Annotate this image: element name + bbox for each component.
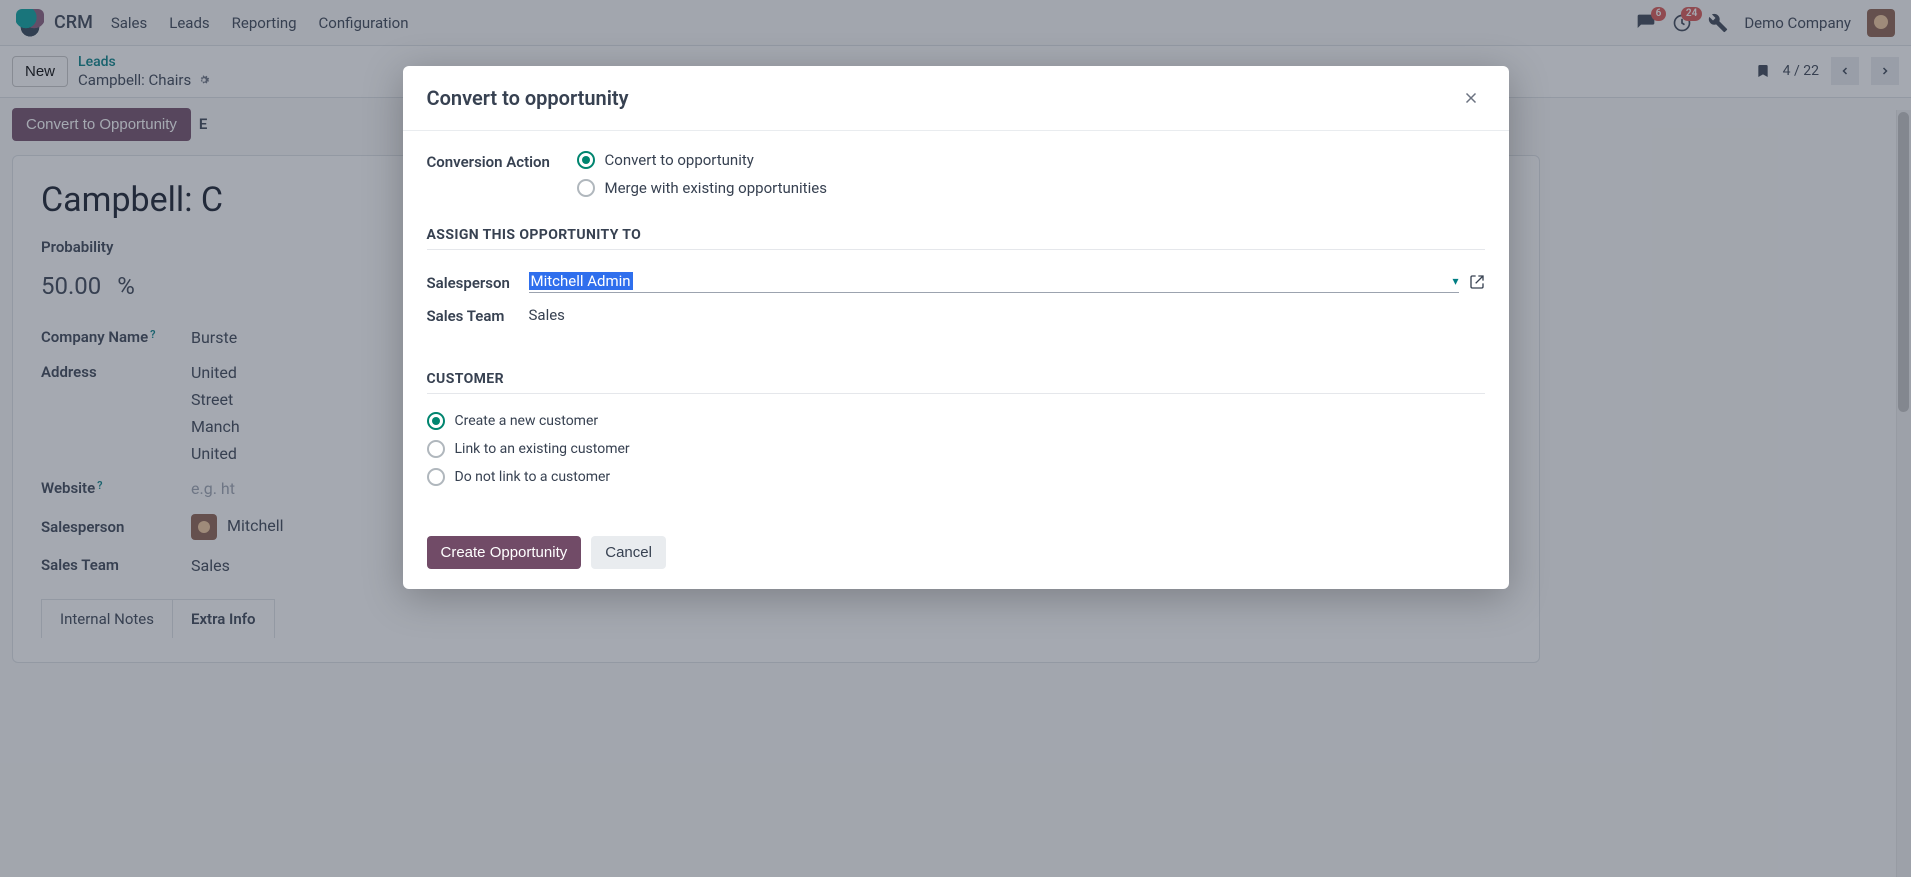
salesteam-label: Sales Team — [427, 305, 529, 325]
external-link-icon[interactable] — [1469, 274, 1485, 290]
chevron-down-icon[interactable]: ▾ — [1452, 274, 1458, 288]
radio-icon — [577, 179, 595, 197]
salesperson-label: Salesperson — [427, 272, 529, 292]
radio-label: Convert to opportunity — [605, 151, 754, 169]
radio-no-customer[interactable]: Do not link to a customer — [427, 468, 1485, 486]
radio-link-existing-customer[interactable]: Link to an existing customer — [427, 440, 1485, 458]
cancel-button[interactable]: Cancel — [591, 536, 666, 569]
radio-label: Do not link to a customer — [455, 469, 611, 485]
salesperson-selected: Mitchell Admin — [529, 272, 633, 290]
salesteam-value[interactable]: Sales — [529, 306, 1485, 324]
radio-icon — [427, 468, 445, 486]
radio-icon — [427, 440, 445, 458]
radio-label: Link to an existing customer — [455, 441, 630, 457]
radio-label: Merge with existing opportunities — [605, 179, 827, 197]
salesperson-select[interactable]: Mitchell Admin ▾ — [529, 270, 1459, 293]
modal-title: Convert to opportunity — [427, 86, 629, 110]
assign-section-header: ASSIGN THIS OPPORTUNITY TO — [427, 227, 1485, 250]
radio-create-customer[interactable]: Create a new customer — [427, 412, 1485, 430]
radio-convert-to-opportunity[interactable]: Convert to opportunity — [577, 151, 1485, 169]
radio-label: Create a new customer — [455, 413, 599, 429]
radio-merge-existing[interactable]: Merge with existing opportunities — [577, 179, 1485, 197]
close-icon[interactable] — [1457, 84, 1485, 112]
convert-opportunity-modal: Convert to opportunity Conversion Action… — [403, 66, 1509, 589]
radio-icon — [577, 151, 595, 169]
conversion-action-label: Conversion Action — [427, 151, 577, 171]
create-opportunity-button[interactable]: Create Opportunity — [427, 536, 582, 569]
customer-section-header: CUSTOMER — [427, 371, 1485, 394]
radio-icon — [427, 412, 445, 430]
